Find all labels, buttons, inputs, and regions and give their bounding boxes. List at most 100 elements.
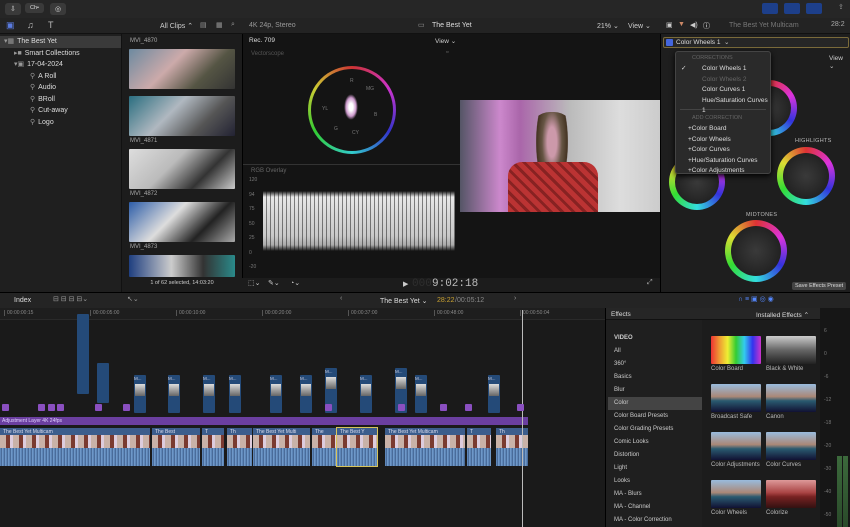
clip-thumbnail[interactable]: [129, 149, 235, 189]
marker-clip[interactable]: [95, 404, 102, 411]
menu-item-add-correction[interactable]: +Color Board: [676, 124, 770, 135]
forward-arrow-icon[interactable]: ›: [514, 295, 516, 302]
viewer-zoom-dropdown[interactable]: 21% ⌄: [597, 22, 619, 30]
library-item[interactable]: ▾▣ 17-04-2024: [0, 59, 121, 71]
effects-filter-dropdown[interactable]: Installed Effects ⌃: [756, 311, 809, 319]
share-icon[interactable]: ⇪: [838, 3, 844, 11]
storyline-clip[interactable]: T: [467, 428, 491, 466]
storyline-clip[interactable]: The Best Y: [336, 427, 378, 467]
library-item[interactable]: ⚲ BRoll: [0, 94, 121, 106]
clip-thumbnail[interactable]: [129, 202, 235, 242]
menu-item-correction[interactable]: Hue/Saturation Curves 1: [676, 96, 770, 115]
effects-category[interactable]: MA - Channel: [608, 501, 702, 514]
effect-item[interactable]: Broadcast Safe: [711, 384, 761, 420]
select-tool-icon[interactable]: ↖⌄: [127, 295, 139, 303]
save-effects-preset-button[interactable]: Save Effects Preset: [792, 282, 847, 290]
inspector-view-dropdown[interactable]: View ⌄: [829, 55, 850, 70]
clip-thumbnail[interactable]: [129, 255, 235, 277]
keywords-button[interactable]: Ch•: [25, 3, 44, 13]
marker-clip[interactable]: [123, 404, 130, 411]
menu-item-correction[interactable]: Color Wheels 2: [676, 75, 770, 86]
color-inspector-icon[interactable]: ▼: [678, 21, 685, 28]
storyline-clip[interactable]: The: [312, 428, 337, 466]
clip-filter-dropdown[interactable]: All Clips ⌃: [160, 22, 193, 30]
midtones-color-wheel[interactable]: [725, 220, 787, 282]
timeline-ruler[interactable]: 00:00:00:15 00:00:05:00 00:00:10:00 00:00:2…: [0, 308, 605, 320]
connected-clip[interactable]: M...: [168, 375, 180, 413]
clip-connection-icons[interactable]: ⊟ ⊟ ⊟ ⊟⌄: [53, 295, 88, 303]
effects-category[interactable]: Basics: [608, 371, 702, 384]
effects-category[interactable]: All: [608, 345, 702, 358]
marker-clip[interactable]: [440, 404, 447, 411]
enhance-tool-icon[interactable]: ✎⌄: [268, 279, 280, 287]
connected-clip[interactable]: M...: [134, 375, 146, 413]
photos-audio-icon[interactable]: ♫: [27, 20, 34, 30]
connected-clip[interactable]: [77, 314, 89, 394]
info-inspector-icon[interactable]: ⓘ: [703, 21, 710, 31]
playhead[interactable]: [522, 310, 523, 527]
search-icon[interactable]: ⌕: [231, 21, 235, 29]
transform-tool-icon[interactable]: ⬚⌄: [248, 279, 260, 287]
menu-item-correction[interactable]: Color Curves 1: [676, 85, 770, 96]
back-arrow-icon[interactable]: ‹: [340, 295, 342, 302]
storyline-clip[interactable]: Th: [227, 428, 252, 466]
video-inspector-icon[interactable]: ▣: [666, 21, 673, 29]
menu-item-correction[interactable]: ✓ Color Wheels 1: [676, 64, 770, 75]
effects-category[interactable]: Color: [608, 397, 702, 410]
library-item[interactable]: ⚲ Cut-away: [0, 105, 121, 117]
titles-generators-icon[interactable]: T: [48, 20, 54, 30]
library-item[interactable]: ▸■ Smart Collections: [0, 48, 121, 60]
library-item[interactable]: ⚲ Logo: [0, 117, 121, 129]
show-browser-toggle[interactable]: [762, 3, 778, 14]
storyline-clip[interactable]: T: [202, 428, 224, 466]
connected-clip[interactable]: M...: [270, 375, 282, 413]
scope-settings-icon[interactable]: ▫: [446, 49, 448, 56]
marker-clip[interactable]: [465, 404, 472, 411]
effects-category[interactable]: 360°: [608, 358, 702, 371]
project-name[interactable]: The Best Yet ⌄: [380, 297, 428, 305]
storyline-clip[interactable]: The Best Yet Multicam: [0, 428, 150, 466]
marker-clip[interactable]: [48, 404, 55, 411]
retime-icon[interactable]: ◔⌄: [290, 279, 300, 287]
effects-category[interactable]: Distortion: [608, 449, 702, 462]
viewer-view-dropdown[interactable]: View ⌄: [628, 22, 651, 30]
viewer-options-icon[interactable]: ▭: [418, 21, 425, 29]
marker-clip[interactable]: [2, 404, 9, 411]
audio-inspector-icon[interactable]: ◀): [690, 21, 698, 29]
adjustment-layer-clip[interactable]: Adjustment Layer 4K 24fps: [0, 417, 528, 425]
effect-item[interactable]: Colorize: [766, 480, 816, 516]
background-tasks-button[interactable]: ◎: [50, 3, 67, 15]
storyline-clip[interactable]: Th: [496, 428, 528, 466]
storyline-clip[interactable]: The Best Yet Multi: [253, 428, 310, 466]
scope-view-dropdown[interactable]: View ⌄: [435, 37, 456, 45]
menu-item-add-correction[interactable]: +Color Curves: [676, 145, 770, 156]
effects-category[interactable]: Comic Looks: [608, 436, 702, 449]
library-item[interactable]: ▾▦ The Best Yet: [0, 36, 121, 48]
menu-item-add-correction[interactable]: +Color Adjustments: [676, 166, 770, 177]
audio-skimming-icon[interactable]: ∩ ≡ ▣ ◎ ◉: [738, 295, 774, 303]
connected-clip[interactable]: M...: [300, 375, 312, 413]
effects-category[interactable]: MA - Color Correction: [608, 514, 702, 527]
connected-clip[interactable]: M...: [488, 375, 500, 413]
effects-category[interactable]: Color Grading Presets: [608, 423, 702, 436]
effects-category[interactable]: Light: [608, 462, 702, 475]
filmstrip-view-icon[interactable]: ▦: [216, 21, 223, 29]
effect-item[interactable]: Color Board: [711, 336, 761, 372]
menu-item-add-correction[interactable]: +Hue/Saturation Curves: [676, 156, 770, 167]
connected-clip[interactable]: [97, 363, 109, 403]
libraries-icon[interactable]: ▣: [6, 20, 15, 31]
marker-clip[interactable]: [398, 404, 405, 411]
clip-thumbnail[interactable]: [129, 96, 235, 136]
menu-item-add-correction[interactable]: +Color Wheels: [676, 135, 770, 146]
marker-clip[interactable]: [38, 404, 45, 411]
library-item[interactable]: ⚲ Audio: [0, 82, 121, 94]
effect-selector[interactable]: Color Wheels 1 ⌄: [663, 37, 849, 48]
marker-clip[interactable]: [325, 404, 332, 411]
library-item[interactable]: ⚲ A Roll: [0, 71, 121, 83]
effect-item[interactable]: Color Adjustments: [711, 432, 761, 468]
effect-item[interactable]: Black & White: [766, 336, 816, 372]
clip-appearance-icon[interactable]: ▤: [200, 21, 207, 29]
storyline-clip[interactable]: The Best: [152, 428, 200, 466]
effects-category[interactable]: MA - Blurs: [608, 488, 702, 501]
connected-clip[interactable]: M...: [360, 375, 372, 413]
